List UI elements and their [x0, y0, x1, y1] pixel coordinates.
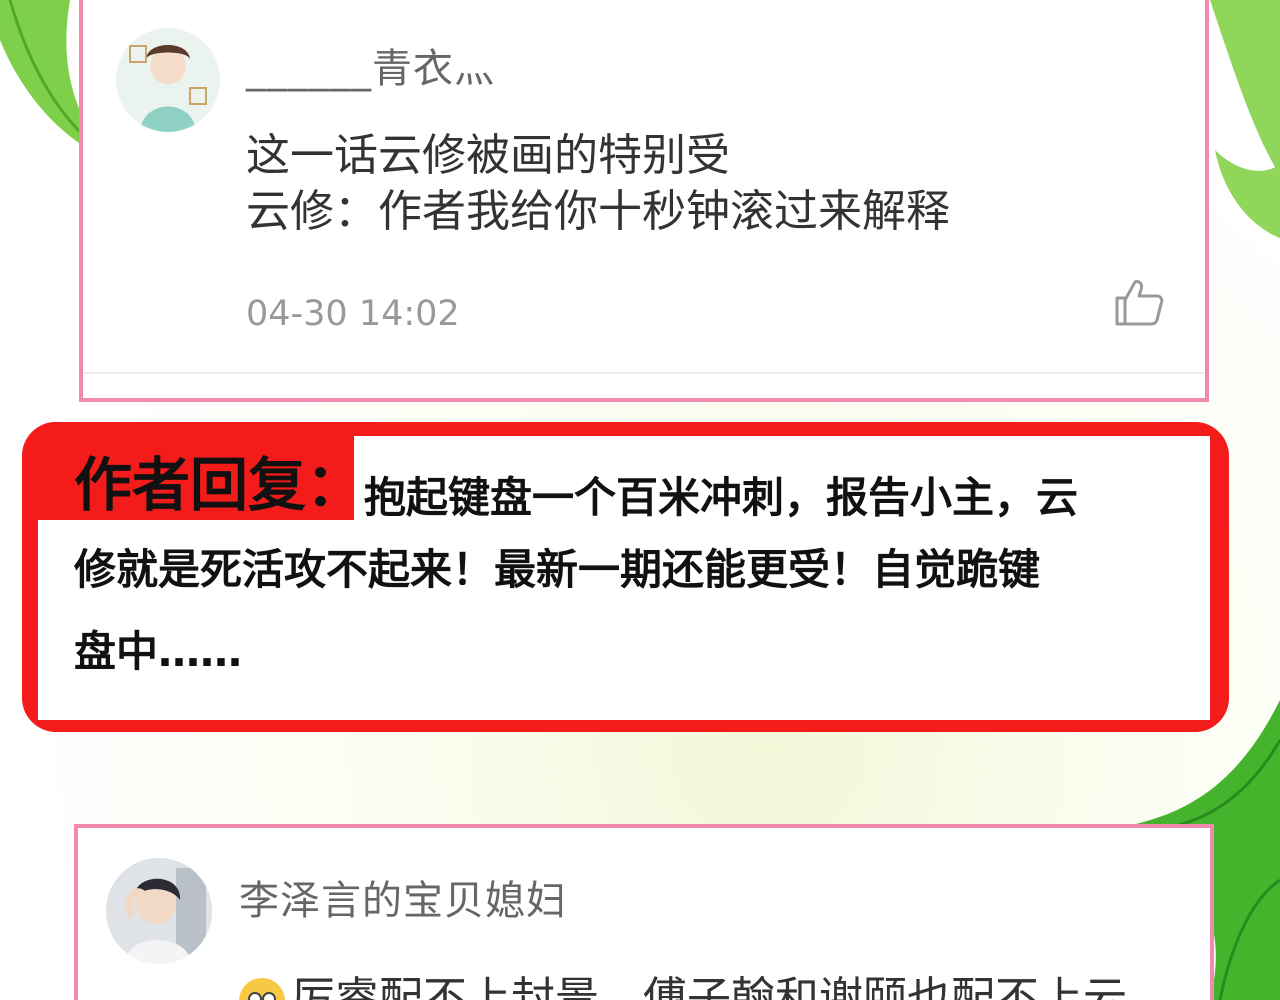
- like-button[interactable]: [1113, 276, 1165, 328]
- leaf-decoration-right-middle: [1215, 150, 1280, 239]
- avatar-illustration-icon: [106, 858, 212, 964]
- author-reply-line: 抱起键盘一个百米冲刺，报告小主，云: [364, 473, 1079, 522]
- comment-text-line: 这一话云修被画的特别受: [246, 130, 730, 181]
- author-reply-box: 作者回复： 抱起键盘一个百米冲刺，报告小主，云 修就是死活攻不起来！最新一期还能…: [22, 422, 1229, 732]
- comment-text-line: 云修：作者我给你十秒钟滚过来解释: [246, 186, 950, 237]
- author-reply-line: 修就是死活攻不起来！最新一期还能更受！自觉跪键: [74, 545, 1041, 594]
- comment-text: 这一话云修被画的特别受 云修：作者我给你十秒钟滚过来解释: [246, 128, 950, 240]
- avatar-illustration-icon: [116, 28, 220, 132]
- comment-timestamp: 04-30 14:02: [246, 294, 460, 334]
- comment-username[interactable]: 李泽言的宝贝媳妇: [239, 868, 567, 926]
- comment-card: 李泽言的宝贝媳妇 厉睿配不上封景，傅子翰和谢颐也配不上云: [74, 824, 1214, 1000]
- author-reply-label: 作者回复：: [74, 451, 365, 519]
- user-avatar[interactable]: [116, 28, 220, 132]
- rolling-eyes-emoji-icon: [239, 978, 285, 1000]
- comment-username[interactable]: ______青衣灬: [246, 36, 495, 94]
- divider: [83, 372, 1205, 374]
- user-avatar[interactable]: [106, 858, 212, 964]
- author-reply-line: 盘中……: [74, 627, 243, 676]
- thumbs-up-icon: [1115, 280, 1164, 326]
- comment-card: ______青衣灬 这一话云修被画的特别受 云修：作者我给你十秒钟滚过来解释 0…: [79, 0, 1209, 402]
- comment-text: 厉睿配不上封景，傅子翰和谢颐也配不上云: [239, 962, 1127, 1000]
- comment-text-line: 厉睿配不上封景，傅子翰和谢颐也配不上云: [291, 973, 1127, 1000]
